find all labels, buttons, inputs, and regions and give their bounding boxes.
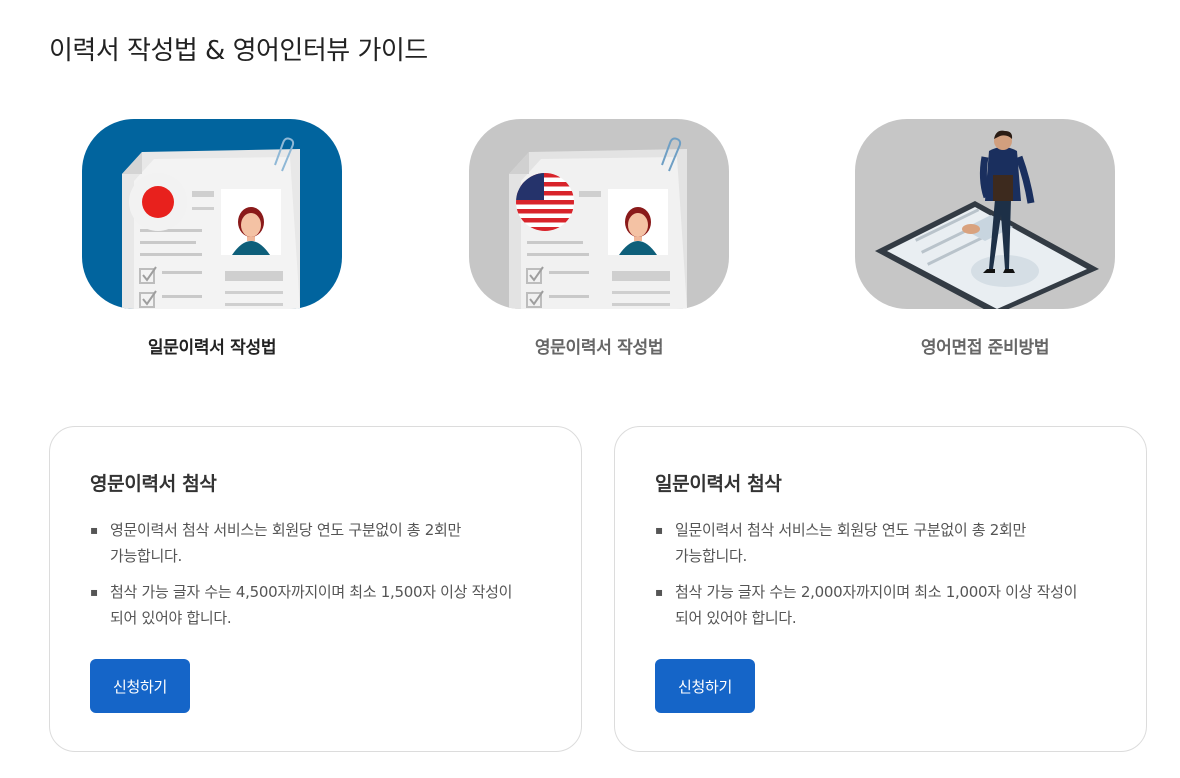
tab-english-interview[interactable]: 영어면접 준비방법	[855, 119, 1115, 358]
list-item: ▪ 영문이력서 첨삭 서비스는 회원당 연도 구분없이 총 2회만 가능합니다.	[90, 517, 540, 569]
list-item: ▪ 일문이력서 첨삭 서비스는 회원당 연도 구분없이 총 2회만 가능합니다.	[655, 517, 1105, 569]
english-interview-illustration-svg	[875, 130, 1099, 309]
list-item-line: 일문이력서 첨삭 서비스는 회원당 연도 구분없이 총 2회만	[675, 521, 1027, 539]
bullet-icon: ▪	[90, 585, 98, 599]
list-item: ▪ 첨삭 가능 글자 수는 2,000자까지이며 최소 1,000자 이상 작성…	[655, 579, 1105, 631]
apply-button[interactable]: 신청하기	[655, 659, 755, 713]
japanese-resume-illustration-svg	[122, 137, 300, 309]
tab-english-resume[interactable]: 영문이력서 작성법	[469, 119, 729, 358]
japan-flag-icon	[129, 173, 187, 231]
japanese-resume-correction-card: 일문이력서 첨삭 ▪ 일문이력서 첨삭 서비스는 회원당 연도 구분없이 총 2…	[614, 426, 1147, 752]
english-resume-illustration	[469, 119, 729, 309]
profile-photo-icon	[221, 189, 281, 255]
tab-label: 일문이력서 작성법	[147, 338, 277, 358]
bullet-icon: ▪	[90, 523, 98, 537]
list-item: ▪ 첨삭 가능 글자 수는 4,500자까지이며 최소 1,500자 이상 작성…	[90, 579, 540, 631]
list-item-line: 가능합니다.	[110, 547, 182, 565]
card-info-list: ▪ 영문이력서 첨삭 서비스는 회원당 연도 구분없이 총 2회만 가능합니다.…	[90, 517, 540, 641]
list-item-line: 가능합니다.	[675, 547, 747, 565]
list-item-line: 되어 있어야 합니다.	[675, 609, 797, 627]
list-item-line: 첨삭 가능 글자 수는 4,500자까지이며 최소 1,500자 이상 작성이	[110, 583, 513, 601]
tablet-icon	[875, 201, 1099, 309]
english-resume-illustration-svg	[509, 137, 687, 309]
list-item-line: 되어 있어야 합니다.	[110, 609, 232, 627]
list-item-line: 첨삭 가능 글자 수는 2,000자까지이며 최소 1,000자 이상 작성이	[675, 583, 1078, 601]
english-resume-correction-card: 영문이력서 첨삭 ▪ 영문이력서 첨삭 서비스는 회원당 연도 구분없이 총 2…	[49, 426, 582, 752]
tab-japanese-resume[interactable]: 일문이력서 작성법	[82, 119, 342, 358]
apply-button[interactable]: 신청하기	[90, 659, 190, 713]
japanese-resume-illustration	[82, 119, 342, 309]
profile-photo-icon	[608, 189, 668, 255]
bullet-icon: ▪	[655, 585, 663, 599]
bullet-icon: ▪	[655, 523, 663, 537]
card-title: 일문이력서 첨삭	[655, 473, 782, 495]
english-interview-illustration	[855, 119, 1115, 309]
tab-label: 영문이력서 작성법	[534, 338, 664, 358]
guide-tabs: 일문이력서 작성법 영문이력서 작성법 영어면접 준비방법	[0, 119, 1180, 369]
card-title: 영문이력서 첨삭	[90, 473, 217, 495]
list-item-line: 영문이력서 첨삭 서비스는 회원당 연도 구분없이 총 2회만	[110, 521, 462, 539]
card-info-list: ▪ 일문이력서 첨삭 서비스는 회원당 연도 구분없이 총 2회만 가능합니다.…	[655, 517, 1105, 641]
page-title: 이력서 작성법 & 영어인터뷰 가이드	[49, 36, 428, 66]
tab-label: 영어면접 준비방법	[920, 338, 1050, 358]
